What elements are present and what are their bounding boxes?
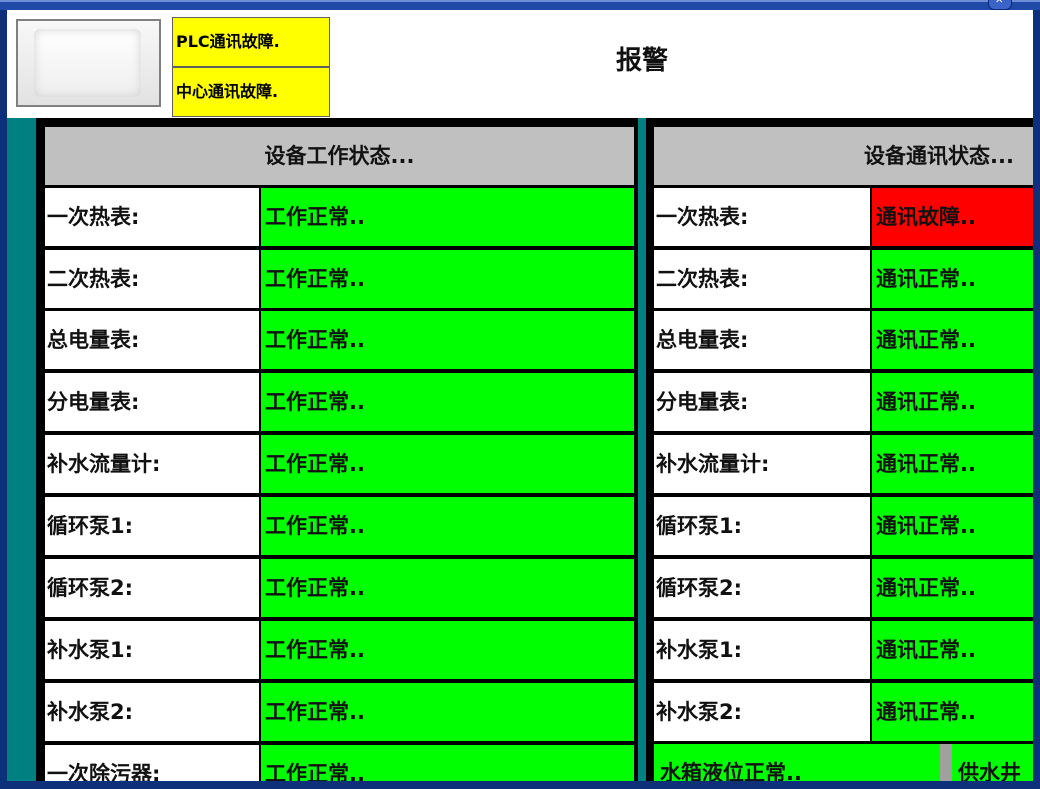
status-indicator: 通讯正常.. — [872, 621, 1033, 679]
status-indicator: 工作正常.. — [261, 435, 634, 493]
comm-status-row: 一次热表: 通讯故障.. — [654, 188, 1033, 246]
status-indicator: 工作正常.. — [261, 311, 634, 369]
work-status-row: 补水流量计: 工作正常.. — [45, 435, 634, 493]
comm-status-title: 设备通讯状态... — [654, 127, 1033, 185]
status-indicator: 通讯正常.. — [872, 559, 1033, 617]
center-comm-alarm: 中心通讯故障. — [172, 67, 330, 117]
comm-status-row: 补水泵2: 通讯正常.. — [654, 683, 1033, 741]
device-label: 二次热表: — [45, 250, 259, 308]
logo-image — [16, 19, 161, 107]
work-status-row: 一次热表: 工作正常.. — [45, 188, 634, 246]
device-label: 循环泵2: — [654, 559, 870, 617]
status-indicator: 工作正常.. — [261, 188, 634, 246]
status-indicator: 工作正常.. — [261, 559, 634, 617]
comm-status-row: 二次热表: 通讯正常.. — [654, 250, 1033, 308]
status-indicator: 通讯正常.. — [872, 683, 1033, 741]
status-indicator: 工作正常.. — [261, 373, 634, 431]
device-label: 循环泵2: — [45, 559, 259, 617]
comm-status-row: 分电量表: 通讯正常.. — [654, 373, 1033, 431]
window-title-bar — [0, 0, 1040, 10]
status-indicator: 工作正常.. — [261, 745, 634, 781]
device-label: 循环泵1: — [654, 497, 870, 555]
work-status-row: 二次热表: 工作正常.. — [45, 250, 634, 308]
close-icon: ✕ — [995, 0, 1004, 6]
comm-status-row: 总电量表: 通讯正常.. — [654, 311, 1033, 369]
device-label: 补水泵2: — [45, 683, 259, 741]
device-label: 补水泵2: — [654, 683, 870, 741]
work-status-row: 补水泵2: 工作正常.. — [45, 683, 634, 741]
status-indicator: 工作正常.. — [261, 621, 634, 679]
cell-divider — [940, 744, 952, 781]
work-status-row: 分电量表: 工作正常.. — [45, 373, 634, 431]
comm-status-row: 循环泵2: 通讯正常.. — [654, 559, 1033, 617]
plc-comm-alarm: PLC通讯故障. — [172, 17, 330, 67]
header: PLC通讯故障. 中心通讯故障. 报警 — [7, 10, 1033, 118]
device-label: 二次热表: — [654, 250, 870, 308]
title-bar-highlight — [0, 0, 1040, 2]
window-close-button[interactable]: ✕ — [988, 0, 1012, 10]
status-indicator: 通讯正常.. — [872, 435, 1033, 493]
work-status-panel: 设备工作状态... 一次热表: 工作正常.. 二次热表: 工作正常.. 总电量表: 工作正… — [36, 118, 638, 781]
device-label: 循环泵1: — [45, 497, 259, 555]
device-label: 补水泵1: — [45, 621, 259, 679]
device-label: 分电量表: — [654, 373, 870, 431]
work-status-title: 设备工作状态... — [45, 127, 634, 185]
comm-status-row: 补水泵1: 通讯正常.. — [654, 621, 1033, 679]
supply-well-status: 供水井 — [952, 744, 1033, 781]
status-indicator: 通讯故障.. — [872, 188, 1033, 246]
device-label: 一次热表: — [654, 188, 870, 246]
comm-status-row: 循环泵1: 通讯正常.. — [654, 497, 1033, 555]
device-label: 补水流量计: — [45, 435, 259, 493]
hmi-screen: PLC通讯故障. 中心通讯故障. 报警 设备工作状态... 一次热表: 工作正常.… — [7, 10, 1033, 781]
tank-level-status: 水箱液位正常.. — [654, 744, 940, 781]
logo-inner — [34, 29, 141, 97]
device-label: 一次除污器: — [45, 745, 259, 781]
device-label: 补水泵1: — [654, 621, 870, 679]
page-title: 报警 — [615, 46, 668, 76]
work-status-row: 一次除污器: 工作正常.. — [45, 745, 634, 781]
status-indicator: 工作正常.. — [261, 497, 634, 555]
device-label: 分电量表: — [45, 373, 259, 431]
work-status-row: 补水泵1: 工作正常.. — [45, 621, 634, 679]
status-indicator: 通讯正常.. — [872, 250, 1033, 308]
device-label: 补水流量计: — [654, 435, 870, 493]
device-label: 总电量表: — [45, 311, 259, 369]
work-status-row: 总电量表: 工作正常.. — [45, 311, 634, 369]
comm-status-row: 补水流量计: 通讯正常.. — [654, 435, 1033, 493]
work-status-row: 循环泵2: 工作正常.. — [45, 559, 634, 617]
comm-status-panel: 设备通讯状态... 水箱液位正常.. 供水井 一次热表: 通讯故障.. 二次热表: 通… — [646, 118, 1033, 781]
status-indicator: 通讯正常.. — [872, 497, 1033, 555]
status-indicator: 工作正常.. — [261, 683, 634, 741]
device-label: 一次热表: — [45, 188, 259, 246]
status-indicator: 通讯正常.. — [872, 373, 1033, 431]
device-label: 总电量表: — [654, 311, 870, 369]
status-indicator: 通讯正常.. — [872, 311, 1033, 369]
work-status-row: 循环泵1: 工作正常.. — [45, 497, 634, 555]
status-indicator: 工作正常.. — [261, 250, 634, 308]
